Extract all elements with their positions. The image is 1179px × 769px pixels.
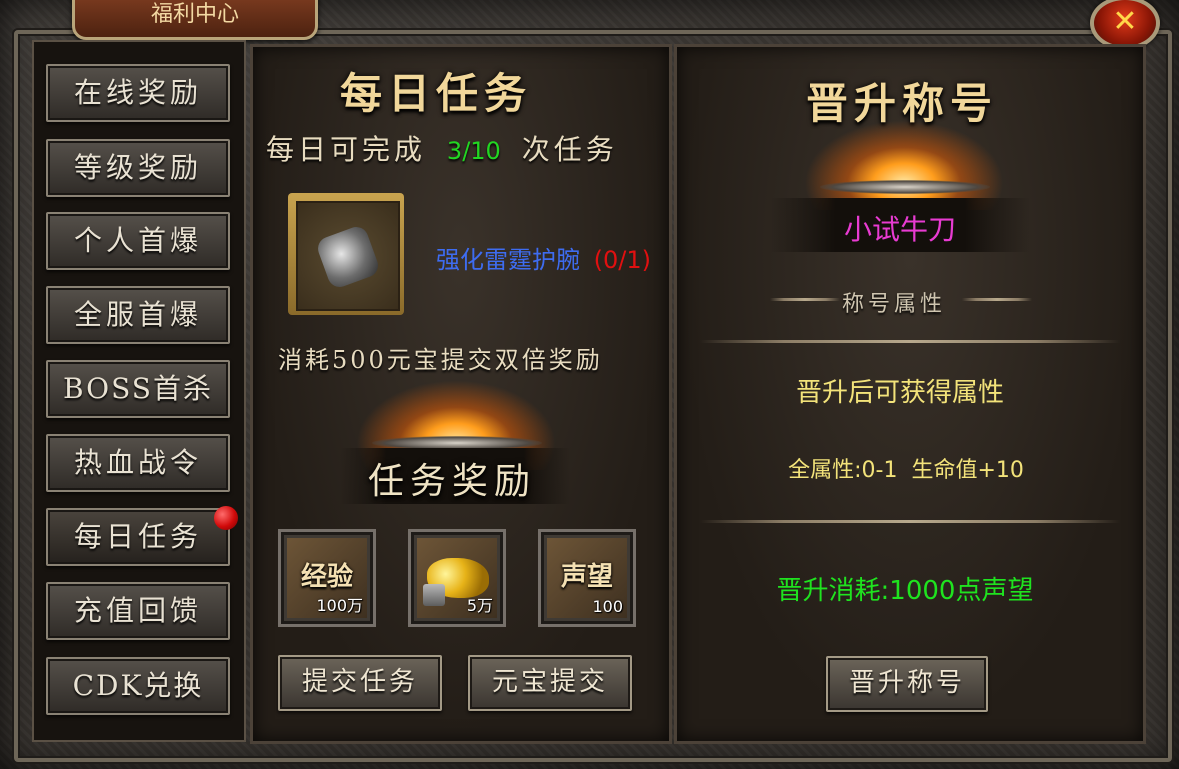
gold-coins-slot-bg: 5万	[417, 538, 497, 618]
title-glow-effect-icon	[804, 120, 1004, 210]
sidebar-item-online-reward[interactable]: 在线奖励	[46, 64, 230, 122]
progress-value: 3/10	[446, 137, 501, 165]
attributes-header: 称号属性	[842, 292, 947, 317]
daily-progress-line: 每日可完成 3/10 次任务	[266, 128, 618, 168]
promotion-cost: 晋升消耗:1000点声望	[776, 576, 1034, 606]
sidebar-item-daily-task[interactable]: 每日任务	[46, 508, 230, 566]
reward-reputation-count: 100	[592, 597, 623, 616]
task-item-slot[interactable]	[288, 193, 404, 315]
task-description: 强化雷霆护腕 (0/1)	[436, 240, 651, 275]
title-glow-base	[820, 180, 990, 194]
progress-suffix: 次任务	[521, 133, 618, 166]
sidebar-item-battle-pass[interactable]: 热血战令	[46, 434, 230, 492]
task-name: 强化雷霆护腕	[436, 246, 580, 274]
reward-gold-count: 5万	[466, 596, 493, 615]
attributes-intro: 晋升后可获得属性	[795, 378, 1004, 408]
gauntlet-icon	[314, 223, 382, 291]
yuanbao-submit-button[interactable]: 元宝提交	[468, 655, 632, 711]
reward-reputation-slot[interactable]: 声望 100	[538, 529, 636, 627]
reward-exp-count: 100万	[316, 596, 363, 615]
welfare-center-window: 福利中心 ✕ 在线奖励 等级奖励 个人首爆 全服首爆 BOSS首杀 热血战令 每…	[0, 0, 1179, 769]
reward-reputation-label: 声望	[560, 562, 613, 592]
sidebar-item-cdk-redeem[interactable]: CDK兑换	[46, 657, 230, 715]
reward-section-title: 任务奖励	[368, 461, 537, 502]
current-title: 小试牛刀	[843, 213, 956, 246]
sidebar-item-recharge-reward[interactable]: 充值回馈	[46, 582, 230, 640]
lock-icon	[423, 584, 445, 606]
task-item-frame	[296, 201, 400, 311]
daily-task-title: 每日任务	[340, 69, 533, 118]
sidebar-item-server-first-drop[interactable]: 全服首爆	[46, 286, 230, 344]
sidebar-item-boss-first-kill[interactable]: BOSS首杀	[46, 360, 230, 418]
promote-title-button[interactable]: 晋升称号	[826, 656, 988, 712]
reward-exp-slot[interactable]: 经验 100万	[278, 529, 376, 627]
sidebar-item-level-reward[interactable]: 等级奖励	[46, 139, 230, 197]
header-divider-right	[962, 298, 1032, 301]
window-title: 福利中心	[72, 0, 318, 40]
submit-task-button[interactable]: 提交任务	[278, 655, 442, 711]
reward-gold-slot[interactable]: 5万	[408, 529, 506, 627]
task-progress: (0/1)	[593, 246, 651, 274]
progress-prefix: 每日可完成	[266, 133, 427, 166]
exp-icon: 经验 100万	[287, 538, 367, 618]
attributes-bottom-divider	[700, 520, 1120, 523]
reward-exp-label: 经验	[300, 562, 353, 592]
attributes-top-divider	[700, 340, 1120, 343]
header-divider-left	[770, 298, 840, 301]
double-reward-text: 消耗500元宝提交双倍奖励	[278, 346, 603, 374]
attributes-values: 全属性:0-1 生命值+10	[788, 458, 1024, 483]
notification-dot	[214, 506, 238, 530]
sidebar-item-personal-first-drop[interactable]: 个人首爆	[46, 212, 230, 270]
reputation-icon: 声望 100	[547, 538, 627, 618]
